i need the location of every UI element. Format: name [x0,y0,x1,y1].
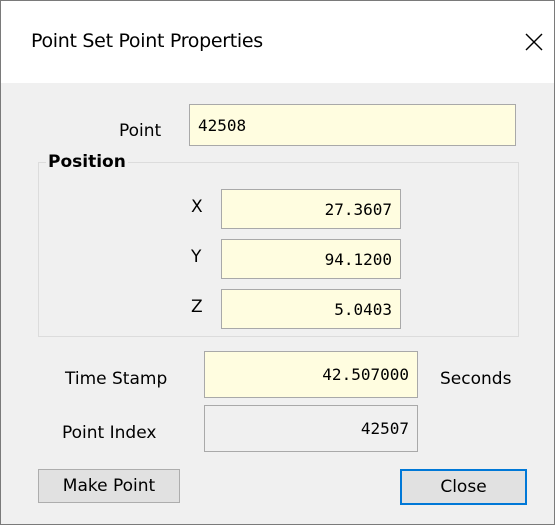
make-point-button[interactable]: Make Point [38,469,180,503]
point-index-label: Point Index [62,423,157,443]
point-input[interactable]: 42508 [189,104,516,146]
point-properties-dialog: Point Set Point Properties Point 42508 P… [0,0,555,525]
point-index-display: 42507 [204,405,418,452]
close-button[interactable]: Close [400,469,527,505]
y-label: Y [191,247,202,267]
x-input[interactable]: 27.3607 [221,189,401,229]
title-bar: Point Set Point Properties [1,1,554,83]
point-label: Point [119,121,162,141]
close-icon[interactable] [520,25,548,59]
time-stamp-label: Time Stamp [65,369,168,389]
z-label: Z [191,297,203,317]
z-input[interactable]: 5.0403 [221,289,401,329]
x-label: X [191,197,203,217]
window-title: Point Set Point Properties [31,30,263,52]
y-input[interactable]: 94.1200 [221,239,401,279]
time-stamp-input[interactable]: 42.507000 [204,351,418,398]
position-group-title: Position [46,152,128,172]
time-stamp-unit: Seconds [440,369,512,389]
